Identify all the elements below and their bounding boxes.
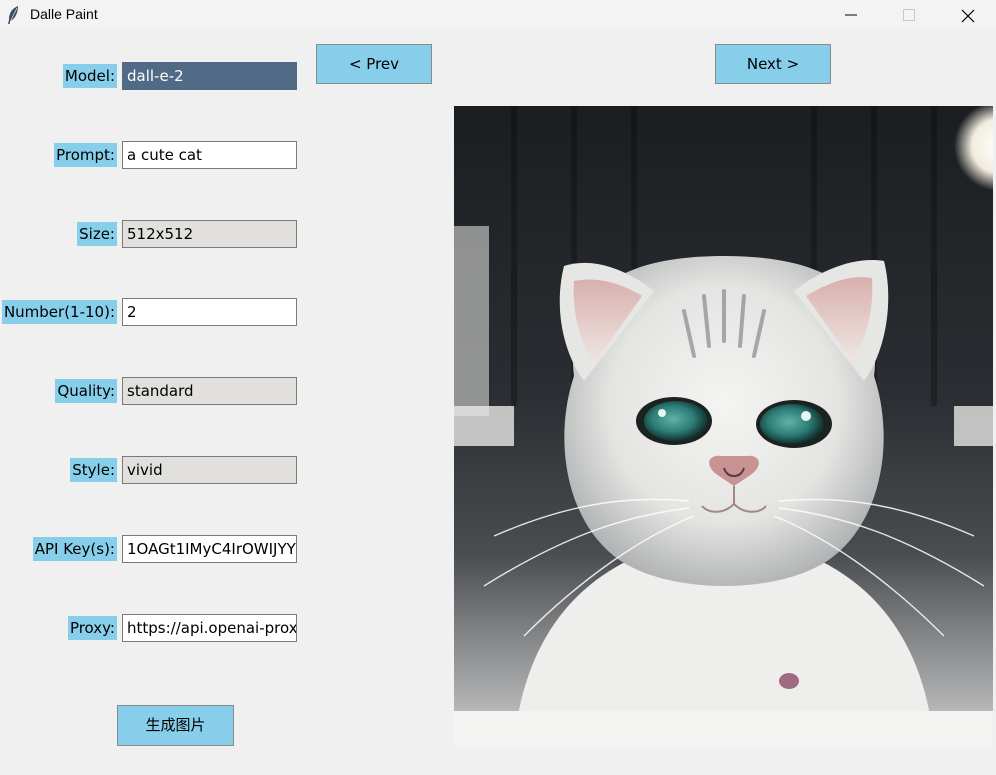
next-button[interactable]: Next > <box>715 44 831 84</box>
number-label: Number(1-10): <box>1 300 117 324</box>
quality-select[interactable]: standard <box>122 377 297 405</box>
title-bar: Dalle Paint <box>0 0 996 30</box>
style-select[interactable]: vivid <box>122 456 297 484</box>
number-input[interactable]: 2 <box>122 298 297 326</box>
quality-label: Quality: <box>55 379 117 403</box>
style-label: Style: <box>70 458 117 482</box>
prompt-label: Prompt: <box>54 143 117 167</box>
close-button[interactable] <box>945 0 991 30</box>
feather-icon <box>8 6 18 24</box>
maximize-icon <box>903 9 915 21</box>
prompt-input[interactable]: a cute cat <box>122 141 297 169</box>
window-title: Dalle Paint <box>30 6 98 22</box>
api-key-input[interactable]: 1OAGt1IMyC4IrOWIJYY <box>122 535 297 563</box>
minimize-icon <box>845 14 857 16</box>
api-key-label: API Key(s): <box>32 537 117 561</box>
cat-image <box>454 106 993 746</box>
model-select[interactable]: dall-e-2 <box>122 62 297 90</box>
generate-image-button[interactable]: 生成图片 <box>117 705 234 746</box>
size-select[interactable]: 512x512 <box>122 220 297 248</box>
generated-image <box>454 106 993 746</box>
prev-button[interactable]: < Prev <box>316 44 432 84</box>
close-icon <box>961 9 975 23</box>
proxy-input[interactable]: https://api.openai-proxy <box>122 614 297 642</box>
model-label: Model: <box>62 64 117 88</box>
maximize-button[interactable] <box>887 0 933 30</box>
proxy-label: Proxy: <box>67 616 117 640</box>
size-label: Size: <box>77 222 117 246</box>
minimize-button[interactable] <box>829 0 875 30</box>
